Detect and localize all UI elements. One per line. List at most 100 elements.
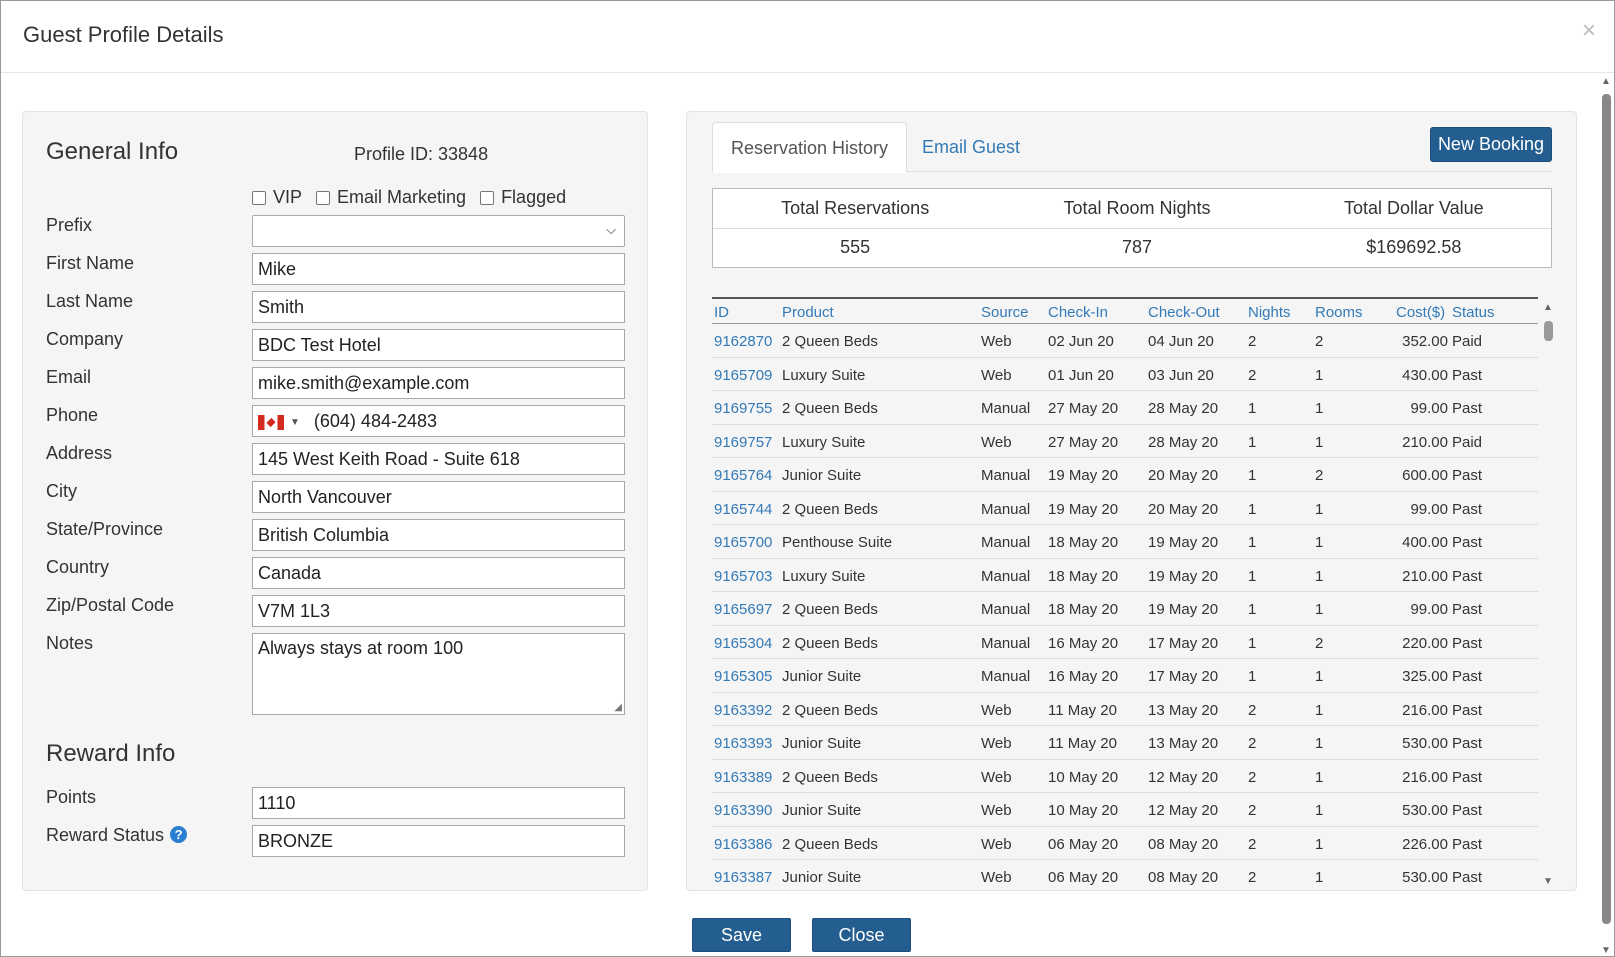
close-icon[interactable]: × bbox=[1582, 19, 1596, 43]
address-field[interactable]: 145 West Keith Road - Suite 618 bbox=[252, 443, 625, 475]
table-row[interactable]: 9163392 2 Queen Beds Web 11 May 20 13 May 20… bbox=[712, 693, 1538, 726]
resize-handle-icon[interactable]: ◢ bbox=[614, 702, 622, 713]
email-marketing-checkbox[interactable]: Email Marketing bbox=[316, 187, 466, 208]
cell-id[interactable]: 9163389 bbox=[714, 769, 772, 786]
prefix-select[interactable]: ⌵ bbox=[252, 215, 625, 247]
cell-product: Junior Suite bbox=[782, 668, 862, 685]
cell-nights: 1 bbox=[1248, 400, 1257, 417]
cell-nights: 1 bbox=[1248, 467, 1257, 484]
summary-values: 555 787 $169692.58 bbox=[713, 237, 1551, 258]
cell-product: Junior Suite bbox=[782, 869, 862, 886]
table-row[interactable]: 9163389 2 Queen Beds Web 10 May 20 12 May 20… bbox=[712, 760, 1538, 793]
table-row[interactable]: 9165305 Junior Suite Manual 16 May 20 17 May… bbox=[712, 659, 1538, 693]
zip-field[interactable]: V7M 1L3 bbox=[252, 595, 625, 627]
first-name-field[interactable]: Mike bbox=[252, 253, 625, 285]
company-field[interactable]: BDC Test Hotel bbox=[252, 329, 625, 361]
reservation-tabs: Reservation History Email Guest New Book… bbox=[712, 122, 1552, 173]
flagged-checkbox-box[interactable] bbox=[480, 190, 495, 205]
cell-nights: 1 bbox=[1248, 668, 1257, 685]
new-booking-button[interactable]: New Booking bbox=[1429, 127, 1552, 162]
summary-total-room-nights: 787 bbox=[1121, 237, 1153, 257]
col-nights[interactable]: Nights bbox=[1248, 304, 1291, 321]
cell-id[interactable]: 9165304 bbox=[714, 635, 772, 652]
scroll-thumb[interactable] bbox=[1544, 321, 1553, 341]
cell-source: Manual bbox=[981, 668, 1031, 685]
tab-email-guest[interactable]: Email Guest bbox=[904, 122, 1038, 173]
cell-id[interactable]: 9169757 bbox=[714, 434, 772, 451]
table-row[interactable]: 9165744 2 Queen Beds Manual 19 May 20 20 May… bbox=[712, 492, 1538, 525]
col-source[interactable]: Source bbox=[981, 304, 1029, 321]
vip-checkbox[interactable]: VIP bbox=[252, 187, 302, 208]
city-field[interactable]: North Vancouver bbox=[252, 481, 625, 513]
cell-id[interactable]: 9165700 bbox=[714, 534, 772, 551]
col-check-out[interactable]: Check-Out bbox=[1148, 304, 1220, 321]
canada-flag-icon[interactable] bbox=[258, 414, 284, 430]
general-info-title: General Info bbox=[46, 138, 179, 165]
cell-id[interactable]: 9163387 bbox=[714, 869, 772, 886]
col-check-in[interactable]: Check-In bbox=[1048, 304, 1108, 321]
scroll-thumb[interactable] bbox=[1602, 94, 1611, 924]
modal-scrollbar[interactable]: ▲ ▼ bbox=[1599, 76, 1613, 956]
table-row[interactable]: 9165304 2 Queen Beds Manual 16 May 20 17 May… bbox=[712, 626, 1538, 659]
table-scrollbar[interactable]: ▲ ▼ bbox=[1542, 302, 1555, 887]
cell-status: Past bbox=[1452, 467, 1483, 484]
table-row[interactable]: 9165697 2 Queen Beds Manual 18 May 20 19 May… bbox=[712, 592, 1538, 626]
cell-id[interactable]: 9163393 bbox=[714, 735, 772, 752]
last-name-field[interactable]: Smith bbox=[252, 291, 625, 323]
scroll-up-icon[interactable]: ▲ bbox=[1543, 302, 1553, 313]
state-field[interactable]: British Columbia bbox=[252, 519, 625, 551]
cell-id[interactable]: 9163392 bbox=[714, 702, 772, 719]
close-button[interactable]: Close bbox=[812, 918, 911, 952]
table-row[interactable]: 9165700 Penthouse Suite Manual 18 May 20 19 … bbox=[712, 525, 1538, 559]
country-field[interactable]: Canada bbox=[252, 557, 625, 589]
col-id[interactable]: ID bbox=[714, 304, 729, 321]
cell-rooms: 1 bbox=[1315, 500, 1324, 518]
col-product[interactable]: Product bbox=[782, 304, 834, 321]
table-row[interactable]: 9169755 2 Queen Beds Manual 27 May 20 28 May… bbox=[712, 391, 1538, 425]
reward-status-field[interactable]: BRONZE bbox=[252, 825, 625, 857]
phone-field[interactable]: ▼ (604) 484-2483 bbox=[252, 405, 625, 437]
cell-id[interactable]: 9165305 bbox=[714, 668, 772, 685]
table-row[interactable]: 9163393 Junior Suite Web 11 May 20 13 May 20… bbox=[712, 726, 1538, 760]
cell-rooms: 1 bbox=[1315, 534, 1324, 551]
cell-status: Past bbox=[1452, 735, 1483, 752]
cell-id[interactable]: 9165744 bbox=[714, 501, 772, 518]
cell-check-in: 18 May 20 bbox=[1048, 601, 1119, 618]
col-rooms[interactable]: Rooms bbox=[1315, 304, 1363, 321]
notes-textarea[interactable]: Always stays at room 100 ◢ bbox=[252, 633, 625, 715]
table-row[interactable]: 9169757 Luxury Suite Web 27 May 20 28 May 20… bbox=[712, 425, 1538, 458]
scroll-up-icon[interactable]: ▲ bbox=[1601, 76, 1611, 87]
cell-id[interactable]: 9165709 bbox=[714, 367, 772, 384]
table-row[interactable]: 9163386 2 Queen Beds Web 06 May 20 08 May 20… bbox=[712, 827, 1538, 860]
table-row[interactable]: 9162870 2 Queen Beds Web 02 Jun 20 04 Jun 20… bbox=[712, 324, 1538, 358]
cell-id[interactable]: 9163390 bbox=[714, 802, 772, 819]
cell-product: 2 Queen Beds bbox=[782, 601, 878, 618]
cell-id[interactable]: 9165764 bbox=[714, 467, 772, 484]
table-row[interactable]: 9165764 Junior Suite Manual 19 May 20 20 May… bbox=[712, 458, 1538, 492]
table-row[interactable]: 9163390 Junior Suite Web 10 May 20 12 May 20… bbox=[712, 793, 1538, 827]
cell-id[interactable]: 9165697 bbox=[714, 601, 772, 618]
table-row[interactable]: 9165709 Luxury Suite Web 01 Jun 20 03 Jun 20… bbox=[712, 358, 1538, 391]
table-row[interactable]: 9165703 Luxury Suite Manual 18 May 20 19 May… bbox=[712, 559, 1538, 592]
scroll-down-icon[interactable]: ▼ bbox=[1543, 876, 1553, 887]
flagged-checkbox[interactable]: Flagged bbox=[480, 187, 566, 208]
cell-id[interactable]: 9162870 bbox=[714, 333, 772, 350]
caret-down-icon[interactable]: ▼ bbox=[290, 417, 300, 428]
email-field[interactable]: mike.smith@example.com bbox=[252, 367, 625, 399]
cell-id[interactable]: 9169755 bbox=[714, 400, 772, 417]
col-cost[interactable]: Cost($) bbox=[1396, 304, 1445, 321]
help-icon[interactable]: ? bbox=[170, 826, 188, 843]
save-button[interactable]: Save bbox=[692, 918, 791, 952]
phone-value: (604) 484-2483 bbox=[313, 411, 437, 431]
cell-product: Luxury Suite bbox=[782, 567, 866, 585]
scroll-down-icon[interactable]: ▼ bbox=[1601, 945, 1611, 956]
table-row[interactable]: 9163387 Junior Suite Web 06 May 20 08 May 20… bbox=[712, 860, 1538, 887]
col-status[interactable]: Status bbox=[1452, 304, 1495, 321]
cell-source: Web bbox=[981, 735, 1012, 752]
points-field[interactable]: 1110 bbox=[252, 787, 625, 819]
tab-reservation-history[interactable]: Reservation History bbox=[712, 122, 908, 173]
cell-id[interactable]: 9165703 bbox=[714, 568, 772, 585]
cell-id[interactable]: 9163386 bbox=[714, 836, 772, 853]
vip-checkbox-box[interactable] bbox=[252, 190, 266, 205]
email-marketing-checkbox-box[interactable] bbox=[316, 190, 331, 205]
